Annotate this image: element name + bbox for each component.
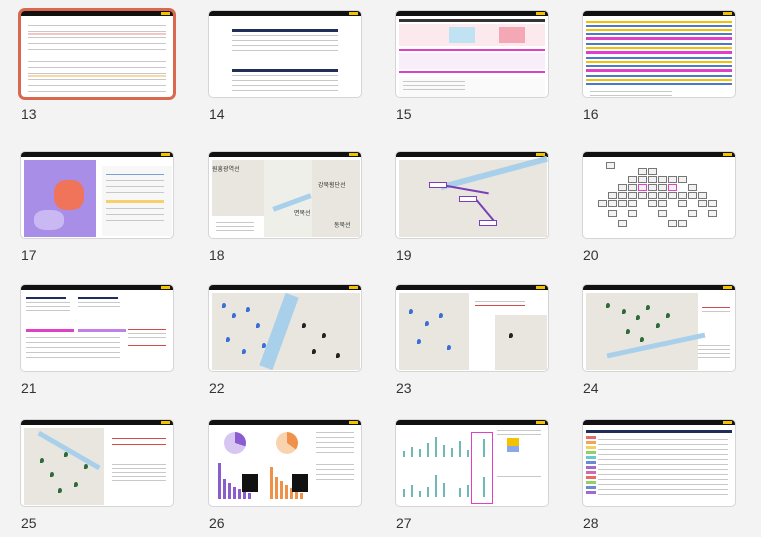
slide-thumbnail[interactable] — [582, 419, 736, 507]
slide-sorter-grid: 13 14 15 16 17 원흥광역선 강북횡단선 면목선 동북선 18 19… — [0, 0, 761, 537]
slide-number: 15 — [396, 106, 412, 122]
slide-thumbnail[interactable] — [395, 419, 549, 507]
slide-number: 28 — [583, 515, 599, 531]
slide-thumbnail[interactable] — [208, 419, 362, 507]
slide-number: 22 — [209, 380, 225, 396]
slide-thumbnail[interactable] — [582, 151, 736, 239]
line-label: 면목선 — [294, 211, 311, 217]
line-label: 강북횡단선 — [318, 183, 346, 189]
slide-number: 23 — [396, 380, 412, 396]
slide-number: 19 — [396, 247, 412, 263]
slide-number: 25 — [21, 515, 37, 531]
slide-thumbnail[interactable] — [395, 10, 549, 98]
slide-thumbnail[interactable] — [582, 284, 736, 372]
slide-number: 27 — [396, 515, 412, 531]
slide-number: 24 — [583, 380, 599, 396]
slide-thumbnail[interactable] — [395, 284, 549, 372]
slide-number: 13 — [21, 106, 37, 122]
slide-thumbnail[interactable]: 원흥광역선 강북횡단선 면목선 동북선 — [208, 151, 362, 239]
slide-number: 20 — [583, 247, 599, 263]
slide-number: 17 — [21, 247, 37, 263]
slide-thumbnail[interactable] — [20, 284, 174, 372]
slide-thumbnail[interactable] — [208, 10, 362, 98]
slide-thumbnail[interactable] — [395, 151, 549, 239]
slide-number: 18 — [209, 247, 225, 263]
line-label: 원흥광역선 — [212, 167, 240, 173]
slide-thumbnail[interactable] — [582, 10, 736, 98]
slide-thumbnail[interactable] — [20, 151, 174, 239]
slide-number: 26 — [209, 515, 225, 531]
slide-thumbnail[interactable] — [20, 419, 174, 507]
slide-thumbnail[interactable] — [18, 8, 176, 100]
line-label: 동북선 — [334, 223, 351, 229]
slide-number: 21 — [21, 380, 37, 396]
slide-number: 14 — [209, 106, 225, 122]
slide-thumbnail[interactable] — [208, 284, 362, 372]
slide-number: 16 — [583, 106, 599, 122]
